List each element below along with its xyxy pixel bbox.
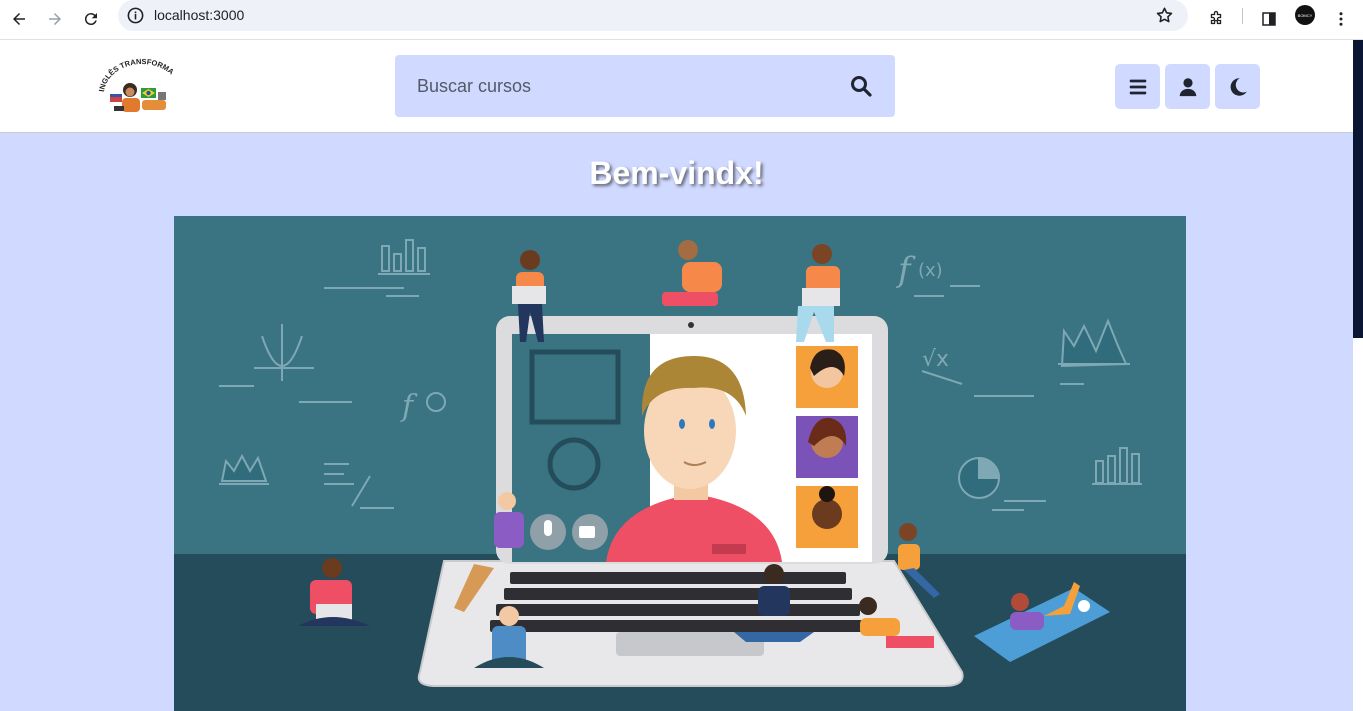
hero-illustration: f f (x) √x [174, 216, 1186, 711]
address-bar[interactable]: localhost:3000 [118, 0, 1188, 31]
side-panel-icon [1262, 12, 1276, 26]
browser-menu-button[interactable] [1326, 4, 1356, 34]
search-bar [395, 55, 895, 117]
user-button[interactable] [1165, 64, 1210, 109]
side-panel-button[interactable] [1254, 4, 1284, 34]
reload-button[interactable] [76, 4, 106, 34]
online-class-illustration-icon: f f (x) √x [174, 216, 1186, 711]
bookmark-star-icon[interactable] [1155, 6, 1174, 25]
browser-toolbar: localhost:3000 BOMCY [0, 0, 1363, 40]
back-button[interactable] [4, 4, 34, 34]
back-arrow-icon [13, 13, 25, 25]
site-header: INGLÊS TRANSFORMA [0, 40, 1353, 133]
profile-label: BOMCY [1297, 12, 1313, 18]
svg-text:INGLÊS TRANSFORMA: INGLÊS TRANSFORMA [97, 57, 176, 92]
search-input[interactable] [395, 55, 835, 117]
welcome-title: Bem-vindx! [589, 155, 764, 191]
svg-text:(x): (x) [918, 260, 943, 281]
site-logo[interactable]: INGLÊS TRANSFORMA [96, 54, 186, 118]
forward-button[interactable] [40, 4, 70, 34]
logo-text: INGLÊS TRANSFORMA [97, 57, 176, 92]
forward-arrow-icon [49, 13, 61, 25]
kebab-menu-icon [1339, 12, 1343, 26]
url-text[interactable]: localhost:3000 [154, 7, 244, 23]
profile-avatar[interactable]: BOMCY [1295, 5, 1315, 25]
toolbar-separator [1242, 8, 1243, 24]
menu-button[interactable] [1115, 64, 1160, 109]
site-info-icon[interactable] [126, 6, 145, 25]
search-icon[interactable] [849, 74, 873, 98]
puzzle-icon [1210, 10, 1222, 25]
extensions-button[interactable] [1201, 4, 1231, 34]
reload-icon [84, 13, 97, 26]
scrollbar-thumb[interactable] [1353, 338, 1363, 711]
svg-text:√x: √x [922, 347, 949, 372]
logo-illustration-icon: INGLÊS TRANSFORMA [97, 57, 176, 112]
moon-icon [1230, 77, 1247, 96]
dark-mode-toggle[interactable] [1215, 64, 1260, 109]
user-icon [1179, 77, 1196, 96]
hamburger-icon [1129, 79, 1146, 94]
